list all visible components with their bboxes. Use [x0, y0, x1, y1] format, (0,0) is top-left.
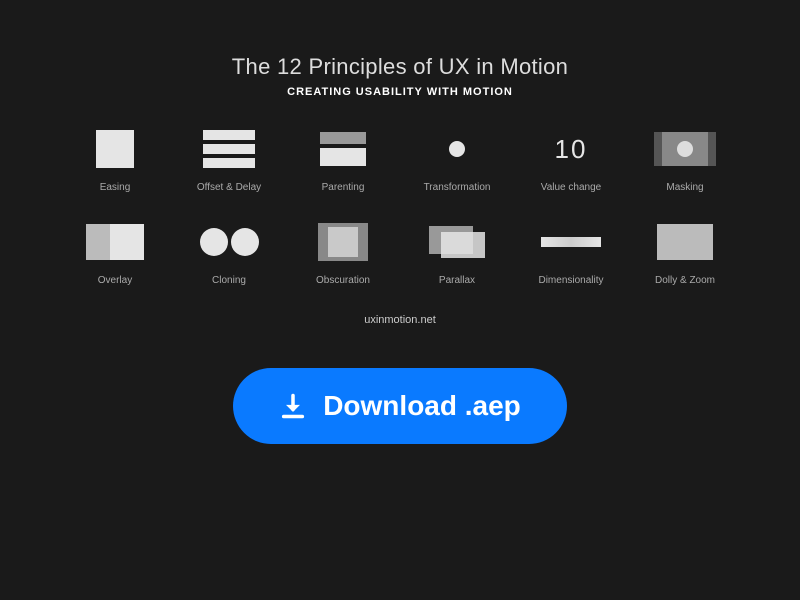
principle-label: Dolly & Zoom: [655, 275, 715, 286]
parallax-icon: [429, 226, 485, 258]
download-icon: [279, 392, 307, 420]
value-change-icon: 10: [555, 134, 588, 165]
cloning-icon: [200, 228, 259, 256]
principle-parenting: Parenting: [290, 128, 396, 193]
transformation-icon: [449, 141, 465, 157]
principle-label: Masking: [666, 182, 703, 193]
principle-obscuration: Obscuration: [290, 221, 396, 286]
masking-icon: [654, 132, 716, 166]
download-button-label: Download .aep: [323, 390, 521, 422]
principle-label: Parallax: [439, 275, 475, 286]
principle-label: Dimensionality: [538, 275, 603, 286]
dolly-zoom-icon: [657, 224, 713, 260]
principles-grid: Easing Offset & Delay Parenting Transfor…: [62, 128, 738, 286]
principle-label: Overlay: [98, 275, 132, 286]
page: The 12 Principles of UX in Motion CREATI…: [0, 0, 800, 600]
footer-url: uxinmotion.net: [364, 314, 436, 326]
easing-icon: [96, 130, 134, 168]
offset-delay-icon: [203, 130, 255, 168]
principle-easing: Easing: [62, 128, 168, 193]
page-title: The 12 Principles of UX in Motion: [232, 54, 568, 80]
dimensionality-icon: [541, 237, 601, 247]
principle-parallax: Parallax: [404, 221, 510, 286]
principle-label: Cloning: [212, 275, 246, 286]
principle-masking: Masking: [632, 128, 738, 193]
principle-transformation: Transformation: [404, 128, 510, 193]
principle-label: Obscuration: [316, 275, 370, 286]
parenting-icon: [320, 132, 366, 166]
overlay-icon: [86, 224, 144, 260]
principle-offset-delay: Offset & Delay: [176, 128, 282, 193]
principle-label: Value change: [541, 182, 601, 193]
obscuration-icon: [318, 223, 368, 261]
principle-label: Transformation: [424, 182, 491, 193]
principle-dolly-zoom: Dolly & Zoom: [632, 221, 738, 286]
download-button[interactable]: Download .aep: [233, 368, 567, 444]
principle-label: Easing: [100, 182, 131, 193]
principle-value-change: 10 Value change: [518, 128, 624, 193]
principle-label: Parenting: [322, 182, 365, 193]
principle-label: Offset & Delay: [197, 182, 261, 193]
principle-overlay: Overlay: [62, 221, 168, 286]
page-subtitle: CREATING USABILITY WITH MOTION: [287, 86, 513, 98]
principle-cloning: Cloning: [176, 221, 282, 286]
principle-dimensionality: Dimensionality: [518, 221, 624, 286]
